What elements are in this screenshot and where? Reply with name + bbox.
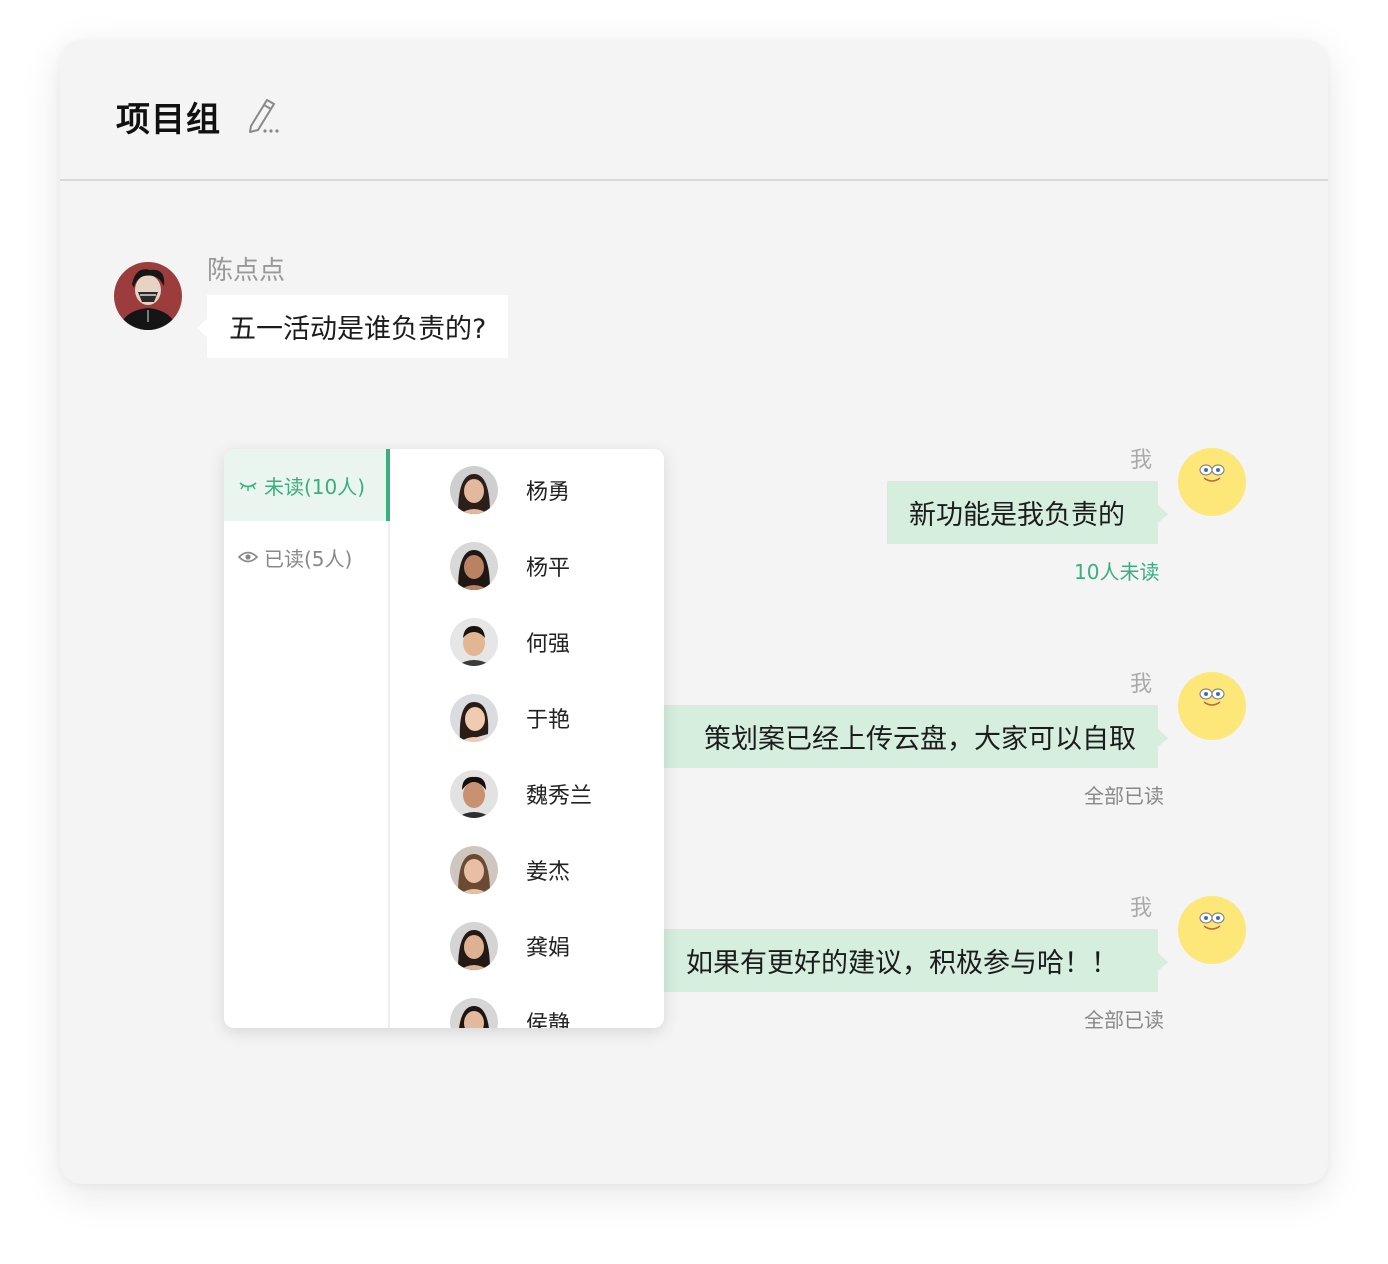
my-avatar[interactable] <box>1178 672 1246 740</box>
unread-count-link[interactable]: 10人未读 <box>1074 556 1159 585</box>
member-avatar <box>450 922 498 970</box>
member-avatar <box>450 770 498 818</box>
member-name: 龚娟 <box>526 936 571 961</box>
read-receipt-popup: 未读(10人) 已读(5人) 杨勇 杨平 何强 于艳 魏秀兰 姜杰 龚娟 侯静 <box>224 449 664 1028</box>
member-name: 杨平 <box>526 556 571 581</box>
tab-unread-label: 未读(10人) <box>264 474 366 499</box>
member-name: 姜杰 <box>526 860 571 885</box>
member-avatar <box>450 542 498 590</box>
member-item[interactable]: 魏秀兰 <box>450 770 592 818</box>
member-item[interactable]: 龚娟 <box>450 922 570 970</box>
read-status: 全部已读 <box>1084 784 1164 808</box>
my-avatar[interactable] <box>1178 448 1246 516</box>
chat-window: 项目组 陈点点 五一活动是谁负责的? 我 新功能是我负责的 10人未读 我 策划… <box>60 40 1328 1184</box>
member-list[interactable]: 杨勇 杨平 何强 于艳 魏秀兰 姜杰 龚娟 侯静 <box>392 449 664 1028</box>
member-item[interactable]: 姜杰 <box>450 846 570 894</box>
member-avatar <box>450 466 498 514</box>
edit-pencil-icon[interactable] <box>243 96 283 136</box>
tab-read[interactable]: 已读(5人) <box>224 521 390 593</box>
member-avatar <box>450 694 498 742</box>
message-bubble[interactable]: 策划案已经上传云盘，大家可以自取 <box>664 705 1168 768</box>
member-item[interactable]: 侯静 <box>450 998 570 1028</box>
sender-name: 陈点点 <box>207 256 286 286</box>
sender-name-me: 我 <box>1130 896 1153 921</box>
member-item[interactable]: 何强 <box>450 618 570 666</box>
member-name: 杨勇 <box>526 480 571 505</box>
chat-header: 项目组 <box>60 40 1328 181</box>
member-name: 魏秀兰 <box>526 784 593 809</box>
sender-name-me: 我 <box>1130 448 1153 473</box>
sender-name-me: 我 <box>1130 672 1153 697</box>
member-avatar <box>450 846 498 894</box>
member-avatar <box>450 618 498 666</box>
closed-eye-icon <box>239 482 257 491</box>
group-title: 项目组 <box>116 100 221 140</box>
member-item[interactable]: 于艳 <box>450 694 570 742</box>
message-bubble[interactable]: 五一活动是谁负责的? <box>196 295 509 358</box>
message-bubble[interactable]: 新功能是我负责的 <box>887 481 1168 544</box>
read-status: 全部已读 <box>1084 1008 1164 1032</box>
member-name: 侯静 <box>526 1012 571 1028</box>
my-avatar[interactable] <box>1178 896 1246 964</box>
message-bubble[interactable]: 如果有更好的建议，积极参与哈！！ <box>664 929 1168 992</box>
sender-avatar[interactable] <box>114 262 182 330</box>
member-name: 何强 <box>526 632 571 657</box>
member-item[interactable]: 杨平 <box>450 542 570 590</box>
tab-read-label: 已读(5人) <box>264 546 353 571</box>
member-item[interactable]: 杨勇 <box>450 466 570 514</box>
member-avatar <box>450 998 498 1028</box>
eye-icon <box>238 551 258 563</box>
receipt-tabs: 未读(10人) 已读(5人) <box>224 449 390 1028</box>
member-name: 于艳 <box>526 708 571 733</box>
tab-unread[interactable]: 未读(10人) <box>224 449 390 521</box>
